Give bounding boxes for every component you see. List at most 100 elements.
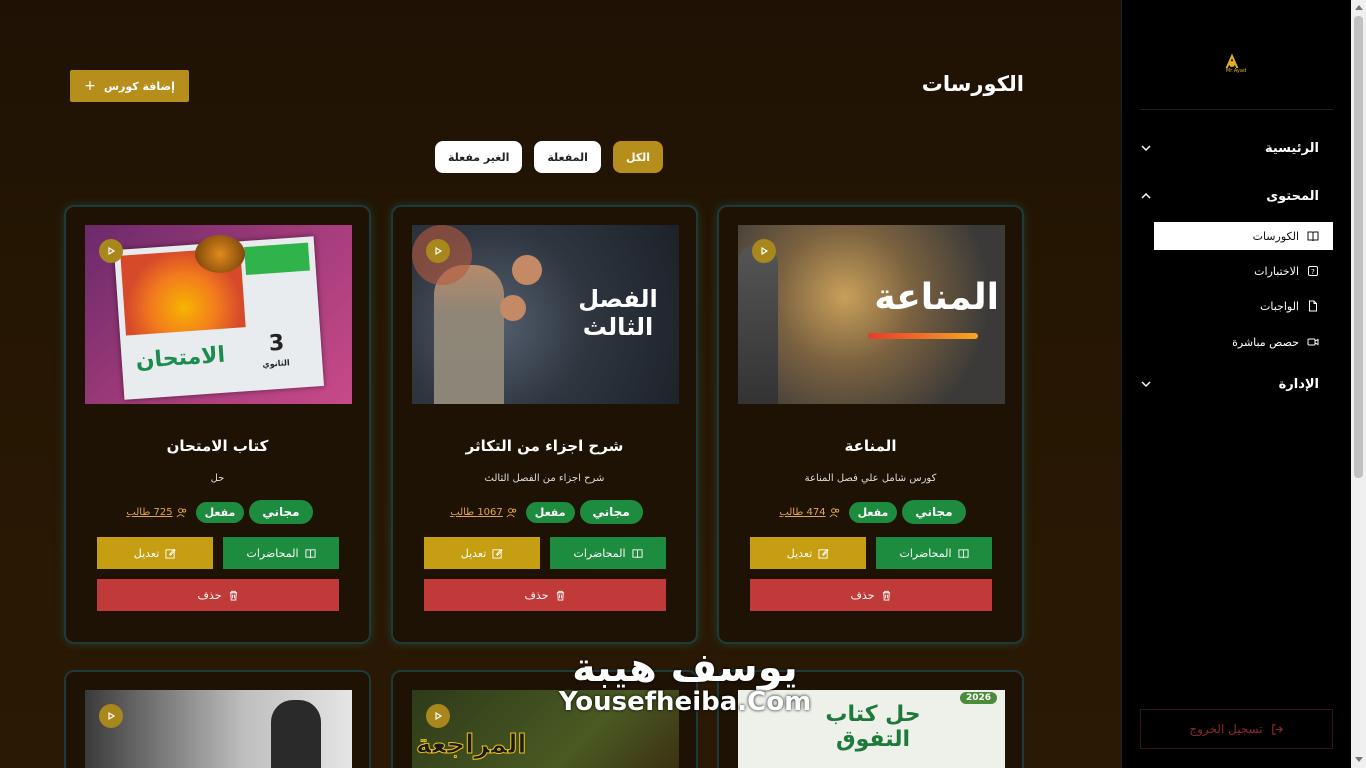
thumbnail-underline bbox=[868, 333, 978, 339]
lectures-button[interactable]: المحاضرات bbox=[223, 537, 339, 569]
course-title: المناعة bbox=[844, 437, 897, 455]
course-card: المناعة المناعة كورس شامل علي فصل المناع… bbox=[717, 205, 1024, 644]
plus-icon: + bbox=[84, 78, 96, 94]
sidebar-item-homework[interactable]: الواجبات bbox=[1154, 292, 1333, 320]
lectures-button[interactable]: المحاضرات bbox=[876, 537, 992, 569]
video-icon bbox=[1307, 338, 1319, 346]
play-icon[interactable] bbox=[99, 239, 123, 263]
logo-icon: Mr Ayad bbox=[1222, 53, 1250, 75]
trash-icon bbox=[882, 590, 890, 601]
filter-all[interactable]: الكل bbox=[612, 141, 664, 173]
file-icon bbox=[1309, 300, 1317, 312]
delete-label: حذف bbox=[197, 588, 222, 602]
students-label: 474 طالب bbox=[779, 506, 826, 518]
course-description: حل bbox=[210, 473, 225, 484]
students-count: 725 طالب bbox=[122, 507, 190, 518]
play-icon[interactable] bbox=[426, 239, 450, 263]
add-course-button[interactable]: إضافة كورس + bbox=[70, 70, 189, 102]
course-card bbox=[64, 670, 371, 768]
page-title: الكورسات bbox=[921, 72, 1024, 96]
course-card: الامتحان 3 الثانوي كتاب الامتحان حل مجان… bbox=[64, 205, 371, 644]
play-icon[interactable] bbox=[426, 704, 450, 728]
status-badge: مفعل bbox=[848, 501, 898, 523]
chevron-up-icon bbox=[1141, 192, 1151, 199]
delete-button[interactable]: حذف bbox=[424, 579, 666, 611]
scroll-up-arrow[interactable] bbox=[1355, 5, 1363, 10]
course-badges: مجاني مفعل 725 طالب bbox=[66, 500, 369, 524]
edit-label: تعديل bbox=[786, 546, 813, 560]
course-thumbnail[interactable]: الفصل الثالث bbox=[412, 225, 679, 404]
delete-label: حذف bbox=[524, 588, 549, 602]
add-course-label: إضافة كورس bbox=[103, 79, 175, 93]
teacher-figure bbox=[738, 245, 778, 404]
filter-active[interactable]: المفعلة bbox=[534, 141, 601, 173]
status-badge: مفعل bbox=[525, 501, 575, 523]
students-label: 725 طالب bbox=[126, 506, 173, 518]
edit-button[interactable]: تعديل bbox=[97, 537, 213, 569]
course-title: كتاب الامتحان bbox=[166, 437, 269, 455]
status-badge: مفعل bbox=[195, 501, 245, 523]
course-card: المراجعة bbox=[391, 670, 698, 768]
course-title: شرح اجزاء من التكاثر bbox=[465, 437, 624, 455]
course-description: كورس شامل علي فصل المناعة bbox=[804, 473, 937, 484]
teacher-figure bbox=[271, 700, 321, 768]
play-icon[interactable] bbox=[99, 704, 123, 728]
delete-button[interactable]: حذف bbox=[97, 579, 339, 611]
sperm-head bbox=[500, 295, 526, 321]
edit-label: تعديل bbox=[133, 546, 160, 560]
course-thumbnail[interactable]: 2026 حل كتاب التفوق bbox=[738, 690, 1005, 768]
scroll-thumb[interactable] bbox=[1354, 16, 1363, 478]
scroll-down-arrow[interactable] bbox=[1355, 757, 1363, 762]
price-badge: مجاني bbox=[579, 500, 643, 524]
quiz-icon: ? bbox=[1308, 266, 1318, 276]
sidebar-item-admin[interactable]: الإدارة bbox=[1140, 372, 1319, 396]
book-grade-number: 3 bbox=[268, 330, 286, 357]
logout-icon bbox=[1271, 723, 1283, 735]
logo[interactable]: Mr Ayad bbox=[1220, 52, 1252, 78]
trash-icon bbox=[556, 590, 564, 601]
trash-icon bbox=[229, 590, 237, 601]
book-icon bbox=[1307, 231, 1319, 242]
sidebar-item-label: المحتوى bbox=[1266, 188, 1319, 204]
students-label: 1067 طالب bbox=[450, 506, 503, 518]
chevron-down-icon bbox=[1141, 381, 1151, 388]
lectures-button[interactable]: المحاضرات bbox=[550, 537, 666, 569]
course-card: 2026 حل كتاب التفوق bbox=[717, 670, 1024, 768]
thumbnail-title: حل كتاب التفوق bbox=[825, 702, 921, 752]
edit-button[interactable]: تعديل bbox=[424, 537, 540, 569]
sidebar-item-label: الرئيسية bbox=[1264, 140, 1319, 156]
course-thumbnail[interactable]: المناعة bbox=[738, 225, 1005, 404]
book-grade-label: الثانوي bbox=[262, 358, 290, 370]
edit-button[interactable]: تعديل bbox=[750, 537, 866, 569]
edit-icon bbox=[492, 548, 503, 559]
sidebar-item-home[interactable]: الرئيسية bbox=[1140, 136, 1319, 160]
users-icon bbox=[829, 507, 839, 517]
sidebar-item-quizzes[interactable]: ? الاختبارات bbox=[1154, 257, 1333, 285]
sidebar-item-content[interactable]: المحتوى bbox=[1140, 184, 1319, 208]
logout-label: تسجيل الخروج bbox=[1189, 722, 1263, 736]
price-badge: مجاني bbox=[249, 500, 313, 524]
svg-text:?: ? bbox=[1311, 268, 1315, 276]
book-green-band bbox=[244, 242, 310, 276]
course-thumbnail[interactable]: المراجعة bbox=[412, 690, 679, 768]
lectures-label: المحاضرات bbox=[246, 546, 299, 560]
logout-button[interactable]: تسجيل الخروج bbox=[1140, 709, 1333, 749]
filter-inactive[interactable]: الغير مفعلة bbox=[435, 141, 523, 173]
delete-label: حذف bbox=[850, 588, 875, 602]
sidebar-item-courses[interactable]: الكورسات bbox=[1154, 222, 1333, 250]
course-badges: مجاني مفعل 1067 طالب bbox=[393, 500, 696, 524]
course-thumbnail[interactable] bbox=[85, 690, 352, 768]
thumbnail-title: الفصل الثالث bbox=[578, 285, 658, 341]
sidebar-item-live-sessions[interactable]: حصص مباشرة bbox=[1154, 328, 1333, 356]
sidebar-item-label: الاختبارات bbox=[1254, 264, 1299, 278]
page-scrollbar[interactable] bbox=[1351, 0, 1366, 768]
course-card: الفصل الثالث شرح اجزاء من التكاثر شرح اج… bbox=[391, 205, 698, 644]
delete-button[interactable]: حذف bbox=[750, 579, 992, 611]
thumbnail-title: المناعة bbox=[874, 277, 999, 318]
course-thumbnail[interactable]: الامتحان 3 الثانوي bbox=[85, 225, 352, 404]
logo-text: Mr Ayad bbox=[1226, 68, 1246, 74]
filter-group: الغير مفعلة المفعلة الكل bbox=[435, 141, 664, 173]
lectures-label: المحاضرات bbox=[899, 546, 952, 560]
play-icon[interactable] bbox=[752, 239, 776, 263]
teacher-figure bbox=[434, 265, 504, 404]
